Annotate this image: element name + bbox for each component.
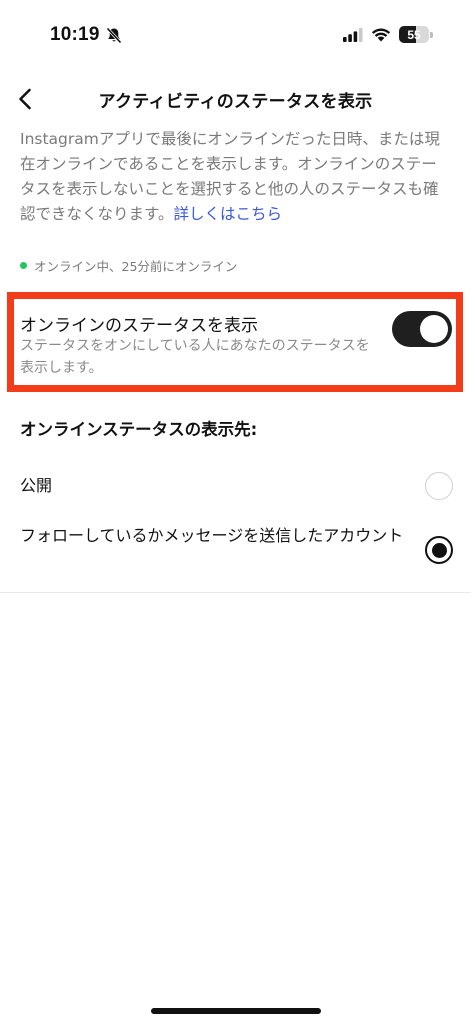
status-bar: 10:19 55 (0, 0, 471, 72)
divider (0, 592, 471, 593)
battery-level: 55 (407, 27, 421, 42)
status-time: 10:19 (50, 24, 100, 45)
battery-icon: 55 (399, 26, 433, 43)
wifi-icon (371, 28, 391, 42)
radio-dot (431, 542, 447, 558)
show-status-toggle[interactable] (392, 311, 452, 347)
status-time-group: 10:19 (50, 24, 122, 46)
bell-muted-icon (106, 26, 122, 44)
toggle-knob (420, 315, 448, 343)
cellular-signal-icon (343, 27, 363, 42)
page-title: アクティビティのステータスを表示 (98, 91, 373, 112)
back-button[interactable] (8, 82, 42, 116)
show-status-toggle-row: オンラインのステータスを表示 ステータスをオンにしている人にあなたのステータスを… (20, 306, 452, 380)
battery-body: 55 (399, 26, 429, 43)
option-followers-label: フォローしているかメッセージを送信したアカウント (20, 526, 404, 545)
option-followers[interactable]: フォローしているかメッセージを送信したアカウント (0, 518, 471, 582)
learn-more-link[interactable]: 詳しくはこちら (173, 205, 282, 223)
online-status: オンライン中、25分前にオンライン (20, 256, 237, 275)
option-public-label: 公開 (20, 476, 53, 495)
nav-header: アクティビティのステータスを表示 (0, 76, 471, 122)
battery-cap (430, 31, 433, 38)
online-dot-icon (20, 262, 27, 269)
description-text: Instagramアプリで最後にオンラインだった日時、または現在オンラインである… (20, 127, 452, 227)
online-status-text: オンライン中、25分前にオンライン (34, 259, 238, 274)
radio-unselected[interactable] (425, 472, 453, 500)
toggle-subtitle: ステータスをオンにしている人にあなたのステータスを表示します。 (20, 338, 370, 376)
toggle-title: オンラインのステータスを表示 (20, 316, 258, 336)
status-indicators: 55 (343, 26, 433, 43)
option-public[interactable]: 公開 (0, 466, 471, 506)
radio-selected[interactable] (425, 536, 453, 564)
home-indicator[interactable] (151, 1008, 321, 1014)
visibility-heading: オンラインステータスの表示先: (20, 420, 258, 439)
chevron-left-icon (19, 88, 31, 110)
